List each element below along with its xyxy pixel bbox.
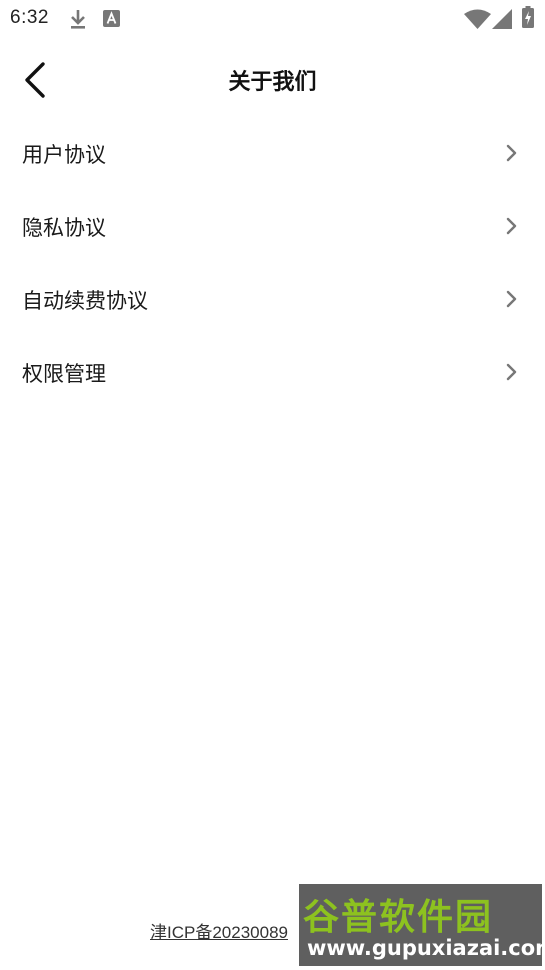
- text-a-icon: [103, 10, 120, 31]
- signal-icon: [492, 9, 512, 33]
- icp-link[interactable]: 津ICP备20230089: [150, 918, 288, 943]
- menu-item-label: 自动续费协议: [22, 289, 148, 313]
- watermark: 谷普软件园 www.gupuxiazai.com: [299, 884, 545, 966]
- menu-item-auto-renewal-agreement[interactable]: 自动续费协议: [0, 263, 545, 336]
- chevron-right-icon: [505, 216, 519, 236]
- header: 关于我们: [0, 50, 545, 110]
- status-time: 6:32: [10, 7, 49, 28]
- menu-item-user-agreement[interactable]: 用户协议: [0, 117, 545, 190]
- download-icon: [68, 8, 88, 34]
- battery-charging-icon: [522, 6, 534, 32]
- menu-item-permission-management[interactable]: 权限管理: [0, 336, 545, 409]
- page-title: 关于我们: [228, 70, 317, 95]
- menu-item-privacy-agreement[interactable]: 隐私协议: [0, 190, 545, 263]
- chevron-right-icon: [505, 362, 519, 382]
- status-bar: 6:32: [0, 0, 545, 38]
- watermark-url: www.gupuxiazai.com: [307, 936, 545, 960]
- menu-list: 用户协议 隐私协议 自动续费协议 权限管理: [0, 117, 545, 409]
- menu-item-label: 隐私协议: [22, 216, 106, 240]
- wifi-icon: [464, 9, 491, 33]
- menu-item-label: 用户协议: [22, 143, 106, 167]
- menu-item-label: 权限管理: [22, 362, 106, 386]
- chevron-right-icon: [505, 289, 519, 309]
- chevron-right-icon: [505, 143, 519, 163]
- watermark-brand: 谷普软件园: [303, 897, 494, 938]
